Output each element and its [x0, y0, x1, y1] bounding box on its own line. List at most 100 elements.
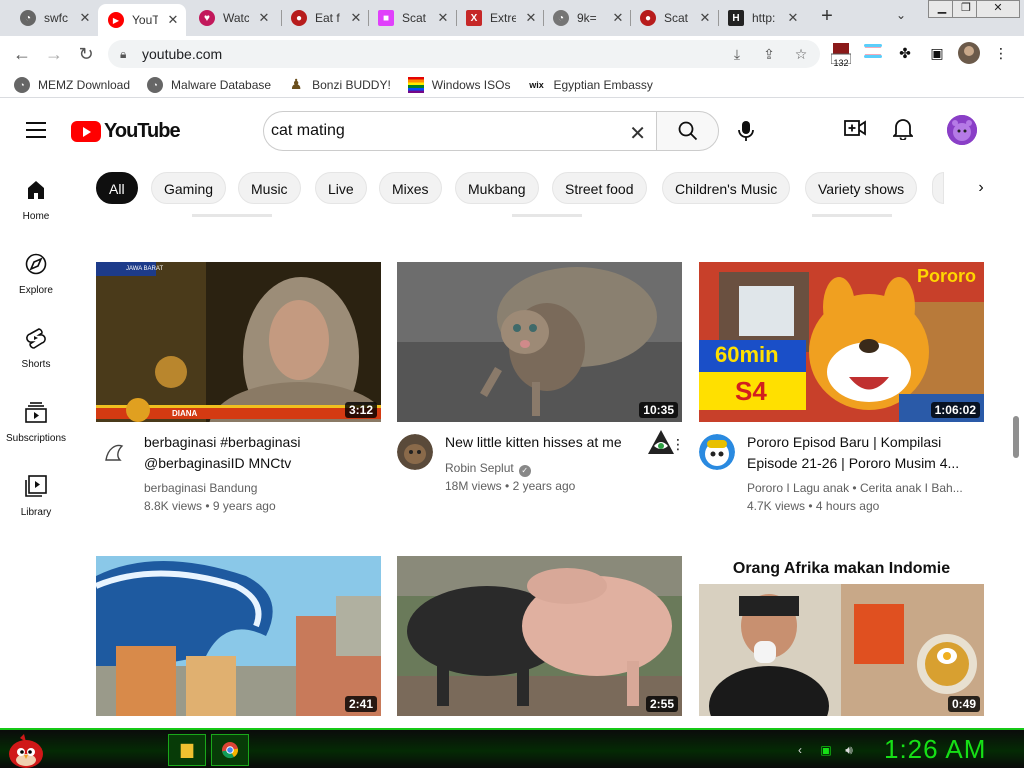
chip-partial[interactable]	[932, 172, 944, 204]
video-thumbnail[interactable]: Orang Afrika makan Indomie 0:49	[699, 556, 984, 716]
search-button[interactable]	[656, 111, 719, 151]
lock-icon[interactable]: 🔒︎	[120, 47, 134, 62]
clear-search-icon[interactable]: ✕	[629, 121, 646, 146]
channel-name[interactable]: Robin Seplut	[445, 461, 514, 475]
chevron-down-icon[interactable]: ⌄	[896, 8, 906, 22]
chevron-right-icon[interactable]: ›	[969, 176, 993, 200]
chip-mukbang[interactable]: Mukbang	[455, 172, 539, 204]
scrollbar-thumb[interactable]	[1013, 416, 1019, 458]
thumbnail-tag: JAWA BARAT	[126, 266, 164, 272]
chip-all[interactable]: All	[96, 172, 138, 204]
window-close-button[interactable]: ✕	[976, 0, 1020, 18]
search-input[interactable]: cat mating ✕	[263, 111, 656, 151]
more-options-icon[interactable]: ⋮	[671, 436, 685, 453]
video-thumbnail[interactable]: 2:55	[397, 556, 682, 716]
close-icon[interactable]: ✕	[524, 10, 538, 26]
video-thumbnail[interactable]: 2:41	[96, 556, 381, 716]
nav-home[interactable]: Home	[0, 162, 72, 236]
bookmark-star-icon[interactable]: ☆	[790, 40, 812, 68]
close-icon[interactable]: ✕	[436, 10, 450, 26]
puzzle-icon[interactable]: ✤	[894, 42, 916, 64]
chip-variety-shows[interactable]: Variety shows	[805, 172, 918, 204]
browser-tab[interactable]: X Extre ✕	[456, 4, 544, 32]
browser-tab[interactable]: ◔ 9k= ✕	[543, 4, 631, 32]
browser-tab[interactable]: ● Scat ✕	[630, 4, 718, 32]
bookmark-item[interactable]: ◔ Malware Database	[147, 76, 272, 93]
video-title[interactable]: berbaginasi #berbaginasi @berbaginasiID …	[144, 432, 370, 474]
video-title[interactable]: New little kitten hisses at me	[445, 432, 671, 453]
bell-icon	[891, 119, 915, 141]
channel-avatar[interactable]	[397, 434, 433, 470]
close-icon[interactable]: ✕	[611, 10, 625, 26]
bookmark-item[interactable]: ◔ MEMZ Download	[14, 76, 130, 93]
browser-tab[interactable]: ◔ swfc ✕	[10, 4, 98, 32]
menu-icon[interactable]	[26, 122, 46, 138]
video-thumbnail[interactable]: 60min S4 Pororo 1:06:02	[699, 262, 984, 422]
video-thumbnail[interactable]: JAWA BARAT DIANA 3:12	[96, 262, 381, 422]
channel-name-extra[interactable]: Cerita anak I Bah...	[860, 481, 963, 495]
chip-childrens-music[interactable]: Children's Music	[662, 172, 791, 204]
nav-explore[interactable]: Explore	[0, 236, 72, 310]
close-icon[interactable]: ✕	[786, 10, 800, 26]
upload-age: 4 hours ago	[815, 499, 880, 513]
library-icon	[25, 475, 47, 497]
side-panel-icon[interactable]: ▣	[926, 42, 948, 64]
bookmark-item[interactable]: wix Egyptian Embassy	[527, 77, 653, 93]
nav-shorts[interactable]: Shorts	[0, 310, 72, 384]
account-avatar[interactable]	[947, 115, 977, 145]
chrome-button[interactable]	[211, 734, 249, 766]
network-icon[interactable]: ▣	[818, 742, 834, 758]
browser-menu-icon[interactable]: ⋮	[990, 42, 1012, 64]
video-duration: 3:12	[344, 402, 377, 418]
back-button[interactable]: ←	[10, 42, 34, 66]
upload-age: 9 years ago	[212, 499, 276, 513]
close-icon[interactable]: ✕	[257, 10, 271, 26]
chip-mixes[interactable]: Mixes	[379, 172, 442, 204]
bookmark-item[interactable]: ♟ Bonzi BUDDY!	[288, 76, 391, 93]
address-bar[interactable]: 🔒︎ youtube.com ⤓ ⇪ ☆	[108, 40, 820, 68]
voice-search-button[interactable]	[730, 114, 762, 146]
new-tab-button[interactable]: +	[817, 6, 837, 26]
browser-tab[interactable]: H http: ✕	[718, 4, 806, 32]
chip-music[interactable]: Music	[238, 172, 301, 204]
close-icon[interactable]: ✕	[78, 10, 92, 26]
browser-tab[interactable]: ● Eat f ✕	[281, 4, 369, 32]
view-count: 8.8K views	[144, 499, 203, 513]
create-video-button[interactable]	[842, 118, 868, 144]
video-thumbnail[interactable]: 10:35	[397, 262, 682, 422]
bookmark-item[interactable]: ▦ Windows ISOs	[407, 76, 510, 93]
install-icon[interactable]: ⤓	[726, 40, 748, 68]
browser-tab[interactable]: ■ Scat ✕	[368, 4, 456, 32]
reload-button[interactable]: ↻	[74, 42, 98, 66]
nav-library[interactable]: Library	[0, 458, 72, 532]
close-icon[interactable]: ✕	[698, 10, 712, 26]
chip-street-food[interactable]: Street food	[552, 172, 647, 204]
chevron-up-icon[interactable]: ‹	[792, 742, 808, 758]
nav-subscriptions[interactable]: Subscriptions	[0, 384, 72, 458]
flag-extension-icon[interactable]	[862, 42, 884, 64]
calendar-extension-icon[interactable]: 132	[830, 42, 852, 68]
browser-tab-active[interactable]: ▶ YouT ✕	[98, 4, 186, 36]
browser-tab[interactable]: ♥ Watc ✕	[189, 4, 277, 32]
notifications-button[interactable]	[890, 118, 916, 144]
volume-icon[interactable]: 🔊︎	[841, 742, 857, 758]
youtube-logo[interactable]: YouTube	[71, 120, 181, 143]
taskbar-clock[interactable]: 1:26 AM	[884, 734, 986, 765]
profile-avatar[interactable]	[958, 42, 980, 64]
meta-separator: •	[852, 481, 857, 495]
channel-name[interactable]: berbaginasi Bandung	[144, 479, 374, 497]
channel-avatar[interactable]	[96, 434, 132, 470]
bookmark-label: Malware Database	[171, 77, 272, 92]
chip-live[interactable]: Live	[315, 172, 367, 204]
start-button[interactable]	[6, 732, 46, 768]
chip-gaming[interactable]: Gaming	[151, 172, 227, 204]
forward-button[interactable]: →	[42, 42, 66, 66]
file-explorer-button[interactable]: ▆	[168, 734, 206, 766]
close-icon[interactable]: ✕	[166, 12, 180, 28]
close-icon[interactable]: ✕	[349, 10, 363, 26]
share-icon[interactable]: ⇪	[758, 40, 780, 68]
video-title[interactable]: Pororo Episod Baru | Kompilasi Episode 2…	[747, 432, 973, 474]
page-scrollbar[interactable]	[1008, 98, 1024, 728]
channel-name[interactable]: Pororo I Lagu anak	[747, 481, 849, 495]
channel-avatar[interactable]	[699, 434, 735, 470]
